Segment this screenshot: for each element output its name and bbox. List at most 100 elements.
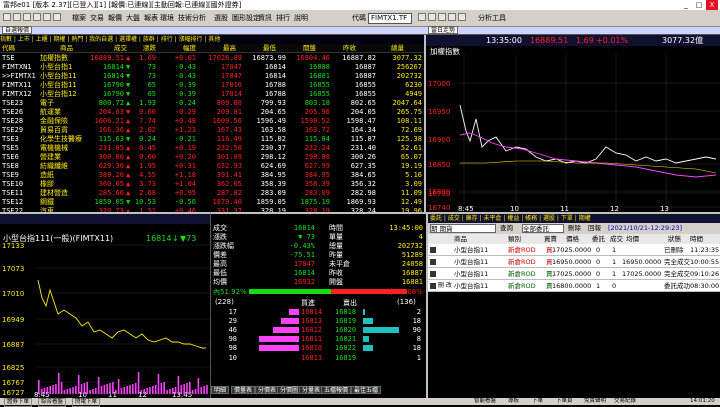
status-item-0[interactable]: 智能看盤 — [474, 398, 496, 405]
quote-col-header-9[interactable]: 總量 — [360, 44, 404, 53]
status-item-1[interactable]: 導板 — [508, 398, 519, 405]
quote-col-header-3[interactable]: 漲跌 — [128, 44, 156, 53]
menu-item-10[interactable]: 排行 — [276, 13, 290, 24]
query-button[interactable]: 查詢 — [500, 223, 513, 234]
quote-row[interactable]: TSE5 電機機械 231.85 ▲ 0.45 +0.19 232.50 230.37 232.… — [0, 144, 424, 153]
panel-title-tick[interactable]: 當日走勢 — [428, 26, 459, 34]
status-item-3[interactable]: 下單頁 — [556, 398, 573, 405]
quote-category-tabs[interactable]: 指數 | 上市 | 上櫃 | 期權 | 熱門 | 我的自選 | 選擇權 | 族群… — [0, 35, 424, 44]
detail-tab-0[interactable]: 明細 — [211, 386, 230, 394]
quote-row[interactable]: FIMTX11 小型台指11 16790 ▼ 65 -0.39 17016 16788 1685… — [0, 81, 424, 90]
order-col-header-8[interactable]: 狀態 — [668, 234, 681, 244]
quote-row[interactable]: TSE9 造紙 389.20 ▲ 4.55 +1.18 391.41 384.95 384.95… — [0, 171, 424, 180]
menu-item-2[interactable]: 報價 — [108, 13, 122, 24]
detail-tab-6[interactable]: 最佳五檔 — [351, 386, 382, 394]
menu-item-9[interactable]: 資訊 — [258, 13, 272, 24]
quote-col-header-2[interactable]: 成交 — [95, 44, 127, 53]
quote-row[interactable]: TSE26 航運業 204.63 ▼ 0.60 -0.29 209.81 204.65 205.… — [0, 108, 424, 117]
quote-row[interactable]: TSE23 電子 800.72 ▲ 1.93 -0.24 809.86 799.93 803.1… — [0, 99, 424, 108]
quote-row[interactable]: TSE28 金融保險 1606.21 ▲ 7.74 +0.48 1609.56 1596.49… — [0, 117, 424, 126]
order-col-header-3[interactable]: 買賣 — [544, 234, 557, 244]
detail-tab-2[interactable]: 分價表 — [255, 386, 280, 394]
toolbar-icon-6[interactable] — [53, 13, 61, 21]
toolbar-icon-5[interactable] — [43, 13, 51, 21]
report-checkbox[interactable]: 回報 — [588, 223, 601, 234]
status-tab-2[interactable]: 閃電下單 — [72, 398, 101, 407]
order-edit-button[interactable]: 刪 改 — [438, 280, 452, 292]
order-row[interactable]: 刪 改小型台指11 新倉ROD 賣 16800.0000 1 0 委託成功 08:30:00 — [428, 280, 720, 292]
quote-row[interactable]: TSE6 營建業 300.80 ▲ 0.60 +0.20 301.09 298.12 298.8… — [0, 153, 424, 162]
status-item-4[interactable]: 免責聲明 — [584, 398, 606, 405]
quote-row[interactable]: TSE3 化學生技醫療 115.63 ▼ 0.24 -0.21 116.49 115.02 11… — [0, 135, 424, 144]
order-row-checkbox[interactable] — [430, 283, 436, 289]
order-filter-select[interactable]: 全部委託 — [522, 224, 564, 233]
detail-tab-1[interactable]: 價量表 — [231, 386, 256, 394]
toolbar-icon-2[interactable] — [13, 13, 21, 21]
quote-col-header-5[interactable]: 最高 — [200, 44, 236, 53]
quote-row[interactable]: TSE11 建材營造 285.66 ▲ 2.68 +0.95 287.82 283.09 283… — [0, 189, 424, 198]
order-row[interactable]: 小型台指11 新倉ROD 買 16950.0000 0 1 16950.0000 完全成交 10… — [428, 256, 720, 268]
quote-row[interactable]: TSE 加權指數 16889.51 ▲ 1.69 +0.01 17026.89 16873.9… — [0, 54, 424, 63]
quick-tool-icon-5[interactable] — [458, 13, 466, 21]
menu-item-7[interactable]: 選股 — [214, 13, 228, 24]
status-item-2[interactable]: 下單 — [532, 398, 543, 405]
order-col-header-6[interactable]: 成交 — [610, 234, 623, 244]
quote-row[interactable]: >>FIMTX1 小型台指11 16814 ▼ 73 -0.43 17047 16814 168… — [0, 72, 424, 81]
quote-col-header-7[interactable]: 開盤 — [280, 44, 316, 53]
order-row[interactable]: 小型台指11 新倉ROD 買 17025.0000 0 1 已刪除 11:23:35 — [428, 244, 720, 256]
close-button[interactable]: X — [706, 0, 718, 10]
order-row-checkbox[interactable] — [430, 247, 436, 253]
panel-title-quote[interactable]: 自選報價 — [2, 26, 33, 34]
quote-change: 65 — [147, 81, 156, 89]
menu-item-6[interactable]: 技術分析 — [178, 13, 206, 24]
menu-item-8[interactable]: 圖形設定 — [232, 13, 260, 24]
toolbar-icon-1[interactable] — [3, 13, 11, 21]
toolbar-icon-4[interactable] — [33, 13, 41, 21]
detail-tab-4[interactable]: 分量表 — [299, 386, 324, 394]
order-col-header-1[interactable]: 商品 — [454, 234, 467, 244]
quick-tool-icon-2[interactable] — [428, 13, 436, 21]
quick-tool-icon-4[interactable] — [448, 13, 456, 21]
menu-item-3[interactable]: 大盤 — [126, 13, 140, 24]
delete-button[interactable]: 刪除 — [568, 223, 581, 234]
analysis-tool-button[interactable]: 分析工具 — [478, 13, 506, 24]
quote-row[interactable]: TSE10 橡膠 360.05 ▲ 3.73 +1.04 362.05 358.39 358.3… — [0, 180, 424, 189]
menu-item-4[interactable]: 報表 — [144, 13, 158, 24]
status-tab-0[interactable]: 證券下單 — [4, 398, 33, 407]
quote-col-header-6[interactable]: 最低 — [240, 44, 276, 53]
order-col-header-7[interactable]: 均價 — [626, 234, 639, 244]
quote-row[interactable]: TSE12 鋼鐵 1859.05 ▼ 10.53 -0.56 1879.40 1859.05 1… — [0, 198, 424, 207]
quote-col-header-4[interactable]: 幅度 — [158, 44, 196, 53]
order-row-checkbox[interactable] — [430, 271, 436, 277]
quick-tool-icon-3[interactable] — [438, 13, 446, 21]
menu-item-11[interactable]: 說明 — [294, 13, 308, 24]
quote-row[interactable]: TSE8 紡織纖維 629.30 ▲ 1.95 +0.31 632.93 624.69 627.… — [0, 162, 424, 171]
quote-row[interactable]: FIMTX12 小型台指12 16790 ▼ 65 -0.39 17014 16788 1685… — [0, 90, 424, 99]
order-row-checkbox[interactable] — [430, 259, 436, 265]
status-item-5[interactable]: 交易紀錄 — [614, 398, 636, 405]
quote-row[interactable]: FIMTXN1 小型台指1 16814 ▼ 73 -0.43 17047 16814 16888… — [0, 63, 424, 72]
quote-col-header-8[interactable]: 昨收 — [320, 44, 356, 53]
menu-item-0[interactable]: 檔案 — [72, 13, 86, 24]
menu-item-5[interactable]: 環境 — [160, 13, 174, 24]
menu-item-1[interactable]: 交易 — [90, 13, 104, 24]
quick-tool-icon-1[interactable] — [418, 13, 426, 21]
symbol-input[interactable]: FIMTX1.TF — [368, 13, 412, 24]
order-col-header-2[interactable]: 類別 — [508, 234, 521, 244]
detail-tab-3[interactable]: 分價圖 — [277, 386, 302, 394]
order-row[interactable]: 小型台指11 新倉ROD 賣 17025.0000 0 1 17025.0000 完全成交 09… — [428, 268, 720, 280]
maximize-button[interactable]: □ — [693, 0, 705, 10]
account-select[interactable]: 期 期貨 — [430, 224, 496, 233]
status-tab-1[interactable]: 綜合看盤 — [38, 398, 67, 407]
order-col-header-9[interactable]: 時間 — [690, 234, 703, 244]
order-item: 小型台指11 — [454, 270, 489, 278]
ask-size: 90 — [412, 326, 421, 334]
order-col-header-4[interactable]: 價格 — [566, 234, 579, 244]
order-col-header-5[interactable]: 委託 — [592, 234, 605, 244]
quote-row[interactable]: TSE29 貿易百貨 166.36 ▲ 2.02 +1.23 167.43 163.58 163… — [0, 126, 424, 135]
toolbar-icon-3[interactable] — [23, 13, 31, 21]
minimize-button[interactable]: _ — [680, 0, 692, 10]
order-tabs[interactable]: 委託 | 成交 | 庫存 | 未平倉 | 權益 | 帳務 | 選股 | 下單 |… — [428, 214, 720, 223]
detail-tab-5[interactable]: 五檔報價 — [321, 386, 352, 394]
quote-col-header-0[interactable]: 代碼 — [2, 44, 57, 53]
